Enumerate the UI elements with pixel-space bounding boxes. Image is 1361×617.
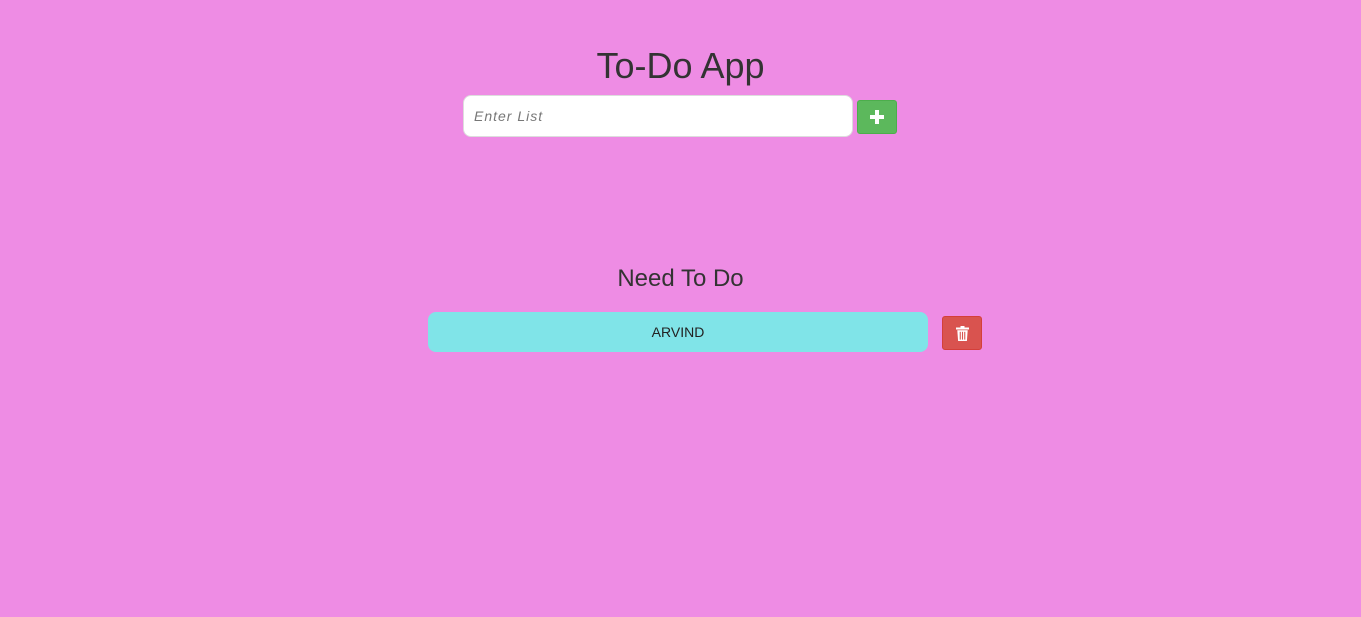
list-input[interactable] — [463, 95, 853, 137]
add-button[interactable] — [857, 100, 897, 134]
plus-icon — [870, 110, 884, 124]
todo-item: ARVIND — [428, 312, 928, 352]
trash-icon — [955, 325, 969, 341]
todo-app: To-Do App Need To Do ARVIND — [0, 0, 1361, 617]
add-todo-form — [463, 95, 903, 137]
delete-button[interactable] — [942, 316, 982, 350]
todo-item-text: ARVIND — [651, 324, 705, 340]
app-title: To-Do App — [596, 45, 765, 86]
section-title: Need To Do — [617, 265, 744, 292]
